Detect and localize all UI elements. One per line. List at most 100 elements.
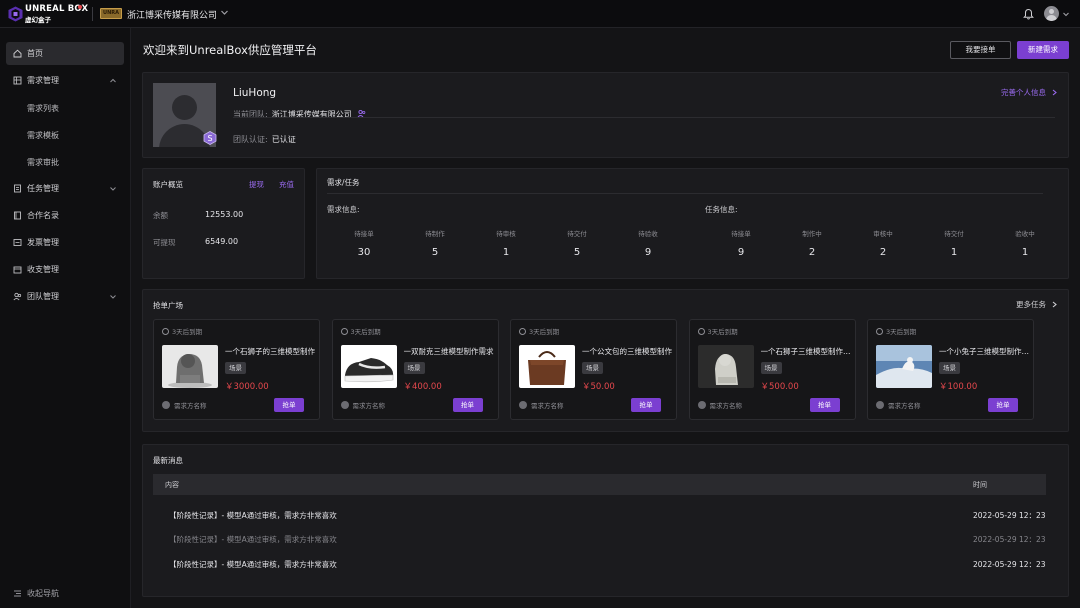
message-time: 2022-05-29 12：23 (973, 560, 1046, 569)
task-card[interactable]: 3天后到期 一个石狮子三维模型制作需求 场景 ￥500.00 需求方名称 抢单 (688, 319, 856, 420)
stat-item[interactable]: 待交付 5 (547, 228, 607, 258)
message-text: 【阶段性记录】- 模型A通过审核，需求方非常喜欢 (169, 560, 337, 569)
stat-value: 9 (644, 247, 652, 258)
new-demand-button[interactable]: 新建需求 (1017, 41, 1069, 59)
tasks-title: 需求/任务 (327, 178, 360, 187)
cert-row: 团队认证: 已认证 (233, 134, 296, 145)
task-card[interactable]: 3天后到期 一个公文包的三维模型制作 场景 ￥50.00 需求方名称 抢单 (510, 319, 677, 420)
sidebar-item-partners[interactable]: 合作名录 (6, 204, 124, 227)
divider (327, 193, 1043, 194)
grab-order-button[interactable]: 抢单 (274, 398, 304, 412)
complete-profile-link[interactable]: 完善个人信息 (1001, 87, 1058, 98)
stat-value: 30 (357, 247, 371, 258)
stone-statue-thumbnail (697, 345, 754, 388)
card-price: ￥400.00 (403, 382, 442, 392)
withdraw-link[interactable]: 提现 (249, 179, 264, 190)
stat-item[interactable]: 待审核 1 (476, 228, 536, 258)
deadline-label: 3天后到期 (697, 326, 738, 336)
vip-badge-icon: S (203, 131, 217, 145)
message-time: 2022-05-29 12：23 (973, 535, 1046, 544)
requester-avatar-icon (162, 401, 170, 409)
available-value: 6549.00 (205, 237, 239, 246)
deadline-text: 3天后到期 (529, 328, 560, 336)
sidebar-item-label: 任务管理 (27, 184, 59, 193)
stat-label: 待接单 (354, 230, 374, 238)
sidebar-item-home[interactable]: 首页 (6, 42, 124, 65)
sidebar-item-finance[interactable]: 收支管理 (6, 258, 124, 281)
stone-lion-thumbnail (162, 345, 218, 388)
notification-dot (78, 5, 82, 9)
stat-item[interactable]: 待制作 5 (405, 228, 465, 258)
company-switcher[interactable]: 浙江博采传媒有限公司 (127, 8, 217, 21)
sidebar-item-team-management[interactable]: 团队管理 (6, 285, 124, 308)
chevron-down-icon (110, 295, 116, 299)
team-row: 当前团队: 浙江博采传媒有限公司 (233, 109, 366, 120)
card-title: 一个石狮子的三维模型制作 (225, 347, 315, 356)
more-tasks-link[interactable]: 更多任务 (1016, 299, 1058, 310)
badge-letter: S (207, 134, 212, 143)
stat-item[interactable]: 待验收 9 (618, 228, 678, 258)
stat-item[interactable]: 待接单 30 (334, 228, 394, 258)
card-title: 一个石狮子三维模型制作需求 (760, 347, 851, 356)
take-order-button[interactable]: 我要接单 (950, 41, 1011, 59)
bell-icon[interactable] (1023, 8, 1034, 20)
list-icon (13, 76, 22, 85)
task-card[interactable]: 3天后到期 一个小兔子三维模型制作需求 场景 ￥100.00 需求方名称 抢单 (867, 319, 1034, 420)
sidebar-subitem-demand-approval[interactable]: 需求审批 (27, 157, 59, 168)
task-card[interactable]: 3天后到期 一个石狮子的三维模型制作 场景 ￥3000.00 需求方名称 抢单 (153, 319, 320, 420)
sidebar-item-demand-management[interactable]: 需求管理 (6, 69, 124, 92)
demand-info-label: 需求信息: (327, 205, 360, 214)
message-time: 2022-05-29 12：23 (973, 511, 1046, 520)
messages-table-header: 内容 时间 (153, 474, 1046, 495)
stat-label: 待验收 (638, 230, 658, 238)
chevron-down-icon[interactable] (1062, 10, 1070, 18)
table-row[interactable]: 【阶段性记录】- 模型A通过审核，需求方非常喜欢 2022-05-29 12：2… (153, 504, 1046, 528)
stat-item[interactable]: 验收中 1 (995, 228, 1055, 258)
stat-item[interactable]: 审核中 2 (853, 228, 913, 258)
stat-item[interactable]: 待接单 9 (711, 228, 771, 258)
brand-name-cn: 虚幻盒子 (25, 16, 51, 24)
card-tag: 场景 (582, 362, 603, 374)
requester-avatar-icon (340, 401, 349, 409)
account-panel: 账户概览 提现 充值 余额 12553.00 可提现 6549.00 (142, 168, 305, 279)
grab-order-button[interactable]: 抢单 (809, 398, 840, 412)
unrealbox-logo-icon (8, 6, 23, 22)
grab-order-button[interactable]: 抢单 (988, 398, 1018, 412)
chevron-down-icon[interactable] (220, 8, 229, 17)
home-icon (13, 49, 22, 58)
chevron-right-icon (1053, 301, 1058, 308)
stat-item[interactable]: 制作中 2 (782, 228, 842, 258)
card-tag: 场景 (403, 362, 425, 374)
task-card[interactable]: 3天后到期 一双耐克三维模型制作需求 场景 ￥400.00 需求方名称 抢单 (331, 319, 499, 420)
requester-avatar-icon (697, 401, 706, 409)
message-text: 【阶段性记录】- 模型A通过审核，需求方非常喜欢 (169, 511, 337, 520)
recharge-link[interactable]: 充值 (279, 179, 294, 190)
column-time: 时间 (973, 481, 987, 489)
table-row[interactable]: 【阶段性记录】- 模型A通过审核，需求方非常喜欢 2022-05-29 12：2… (153, 553, 1046, 577)
stat-label: 待交付 (567, 230, 587, 238)
user-avatar[interactable] (1044, 6, 1059, 21)
collapse-nav-label: 收起导航 (27, 589, 59, 598)
stat-item[interactable]: 待交付 1 (924, 228, 984, 258)
table-row[interactable]: 【阶段性记录】- 模型A通过审核，需求方非常喜欢 2022-05-29 12：2… (153, 528, 1046, 552)
menu-fold-icon (14, 590, 21, 597)
grab-order-button[interactable]: 抢单 (452, 398, 483, 412)
grab-order-button[interactable]: 抢单 (631, 398, 661, 412)
sidebar-item-task-management[interactable]: 任务管理 (6, 177, 124, 200)
card-tag: 场景 (225, 362, 246, 374)
sidebar-subitem-demand-template[interactable]: 需求模板 (27, 130, 59, 141)
card-price: ￥500.00 (760, 382, 799, 392)
stat-value: 1 (1021, 247, 1029, 258)
sidebar-item-label: 首页 (27, 49, 43, 58)
stat-value: 5 (573, 247, 581, 258)
stat-value: 5 (431, 247, 439, 258)
sidebar-subitem-demand-list[interactable]: 需求列表 (27, 103, 59, 114)
stat-label: 审核中 (873, 230, 893, 238)
sidebar-item-label: 发票管理 (27, 238, 59, 247)
task-icon (14, 184, 21, 193)
wallet-icon (13, 266, 22, 274)
sidebar-item-invoice[interactable]: 发票管理 (6, 231, 124, 254)
stat-label: 待接单 (731, 230, 751, 238)
clock-icon (519, 328, 526, 335)
grab-title: 抢单广场 (153, 301, 183, 310)
